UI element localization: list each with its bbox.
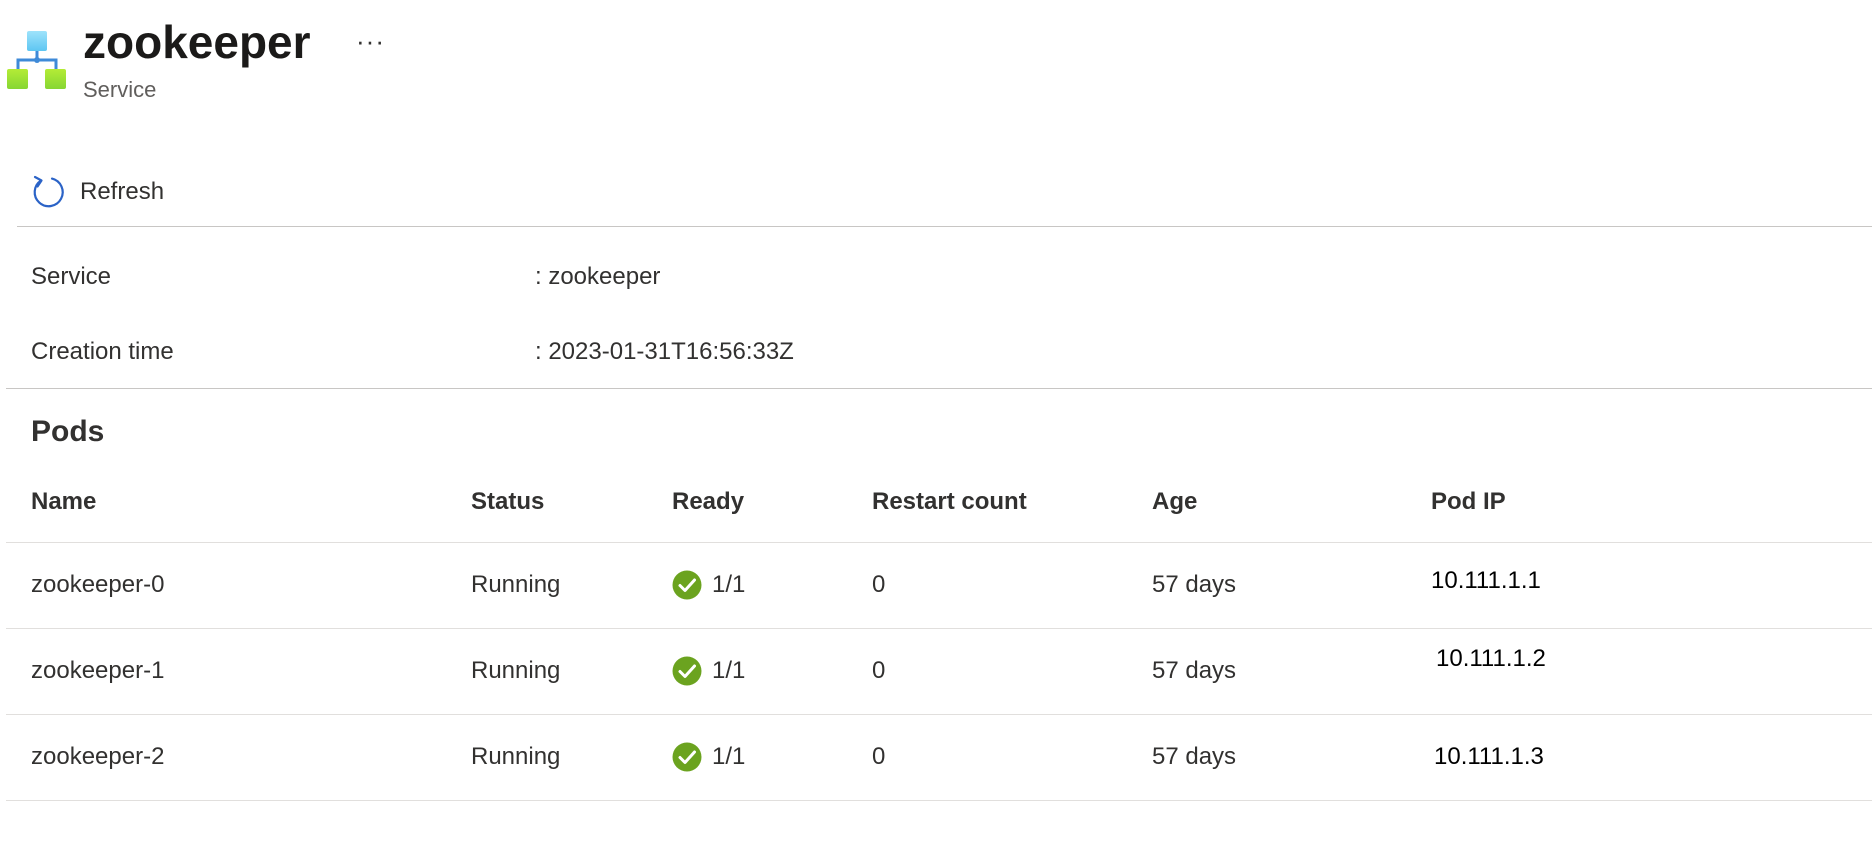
info-label: Creation time: [31, 338, 174, 365]
pod-ready-value: 1/1: [712, 743, 746, 770]
pod-status: Running: [471, 571, 561, 598]
table-row[interactable]: zookeeper-0 Running 1/1 0 57 days 10.111…: [6, 543, 1872, 629]
pod-ip: 10.111.1.1: [1431, 567, 1541, 594]
pod-status: Running: [471, 743, 561, 770]
check-circle-icon: [672, 656, 702, 686]
pod-name: zookeeper-2: [31, 743, 165, 770]
table-header: Name Status Ready Restart count Age Pod …: [6, 472, 1872, 543]
pod-ip: 10.111.1.2: [1436, 645, 1546, 672]
pod-status: Running: [471, 657, 561, 684]
info-value: : zookeeper: [535, 263, 661, 290]
pod-ready: 1/1: [672, 565, 745, 605]
table-row[interactable]: zookeeper-2 Running 1/1 0 57 days 10.111…: [6, 715, 1872, 801]
column-header-name[interactable]: Name: [31, 482, 96, 522]
table-row[interactable]: zookeeper-1 Running 1/1 0 57 days 10.111…: [6, 629, 1872, 715]
column-header-age[interactable]: Age: [1152, 482, 1197, 522]
refresh-button[interactable]: Refresh: [29, 172, 164, 212]
pod-age: 57 days: [1152, 657, 1237, 684]
pod-age: 57 days: [1152, 571, 1237, 598]
page-title: zookeeper: [83, 16, 311, 68]
page-subtitle: Service: [83, 77, 157, 102]
info-row-creation-time: Creation time : 2023-01-31T16:56:33Z: [31, 332, 1831, 372]
info-label: Service: [31, 263, 112, 290]
refresh-icon: [29, 173, 67, 211]
column-header-pod-ip[interactable]: Pod IP: [1431, 482, 1506, 522]
more-options-button[interactable]: ···: [356, 26, 385, 56]
pod-restart-count: 0: [872, 657, 886, 684]
command-bar: Refresh: [17, 168, 1872, 227]
pod-ready: 1/1: [672, 651, 745, 691]
pod-age: 57 days: [1152, 743, 1237, 770]
refresh-label: Refresh: [80, 178, 165, 205]
pods-table: Name Status Ready Restart count Age Pod …: [6, 472, 1872, 801]
column-header-status[interactable]: Status: [471, 482, 544, 522]
pod-ready-value: 1/1: [712, 657, 746, 684]
check-circle-icon: [672, 742, 702, 772]
service-network-icon: [6, 30, 66, 90]
column-header-ready[interactable]: Ready: [672, 482, 744, 522]
pod-name: zookeeper-1: [31, 657, 165, 684]
pods-section-title: Pods: [31, 415, 105, 448]
pod-restart-count: 0: [872, 743, 886, 770]
pod-name: zookeeper-0: [31, 571, 165, 598]
column-header-restart-count[interactable]: Restart count: [872, 482, 1027, 522]
pod-ready-value: 1/1: [712, 571, 746, 598]
pod-ip: 10.111.1.3: [1434, 743, 1544, 770]
info-row-service: Service : zookeeper: [31, 257, 1831, 297]
service-info: Service : zookeeper Creation time : 2023…: [6, 227, 1872, 389]
pod-ready: 1/1: [672, 737, 745, 777]
info-value: : 2023-01-31T16:56:33Z: [535, 338, 794, 365]
check-circle-icon: [672, 570, 702, 600]
page-header: zookeeper ··· Service: [0, 0, 1872, 120]
pod-restart-count: 0: [872, 571, 886, 598]
